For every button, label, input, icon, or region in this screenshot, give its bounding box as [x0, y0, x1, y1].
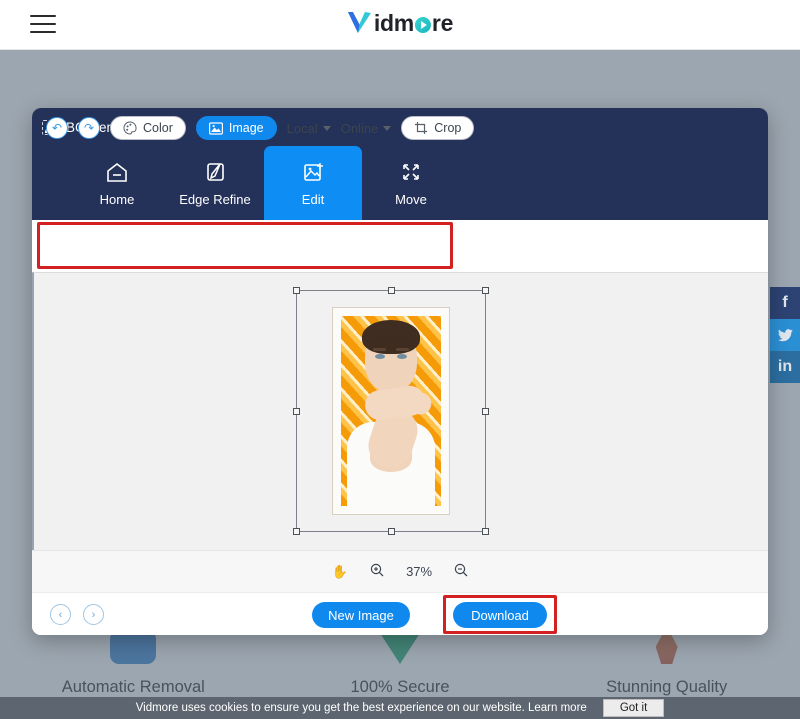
share-facebook-icon[interactable]: f — [770, 287, 800, 319]
tab-edit[interactable]: Edit — [264, 146, 362, 220]
app-tab-bar: Home Edge Refine Edit — [68, 146, 460, 220]
subject-brow-left — [373, 348, 386, 351]
home-icon — [104, 160, 130, 184]
subject-eye-left — [375, 354, 385, 359]
social-share-rail: f in — [770, 287, 800, 383]
tab-label: Edit — [302, 192, 324, 207]
zoom-controls: ✋ 37% — [32, 550, 768, 592]
edit-toolbar-controls: ↶ ↷ Color Image Local On — [46, 116, 474, 140]
logo-text-left: idm — [374, 10, 414, 37]
resize-handle-bl[interactable] — [293, 528, 300, 535]
color-button[interactable]: Color — [110, 116, 186, 140]
cookie-banner: Vidmore uses cookies to ensure you get t… — [0, 697, 800, 719]
palette-icon — [123, 121, 137, 135]
crop-icon — [414, 121, 428, 135]
subject-hand — [363, 384, 427, 422]
tab-label: Home — [100, 192, 135, 207]
logo-play-o-icon — [415, 17, 431, 33]
edge-refine-icon — [202, 160, 228, 184]
image-label: Image — [229, 121, 264, 135]
share-linkedin-icon[interactable]: in — [770, 351, 800, 383]
zoom-in-icon[interactable] — [370, 563, 384, 580]
new-image-button[interactable]: New Image — [312, 602, 410, 628]
crop-label: Crop — [434, 121, 461, 135]
resize-handle-ml[interactable] — [293, 408, 300, 415]
chevron-down-icon — [383, 126, 391, 131]
next-button[interactable]: › — [83, 604, 104, 625]
zoom-out-icon[interactable] — [454, 563, 468, 580]
online-dropdown[interactable]: Online — [341, 121, 392, 136]
resize-handle-bc[interactable] — [388, 528, 395, 535]
subject-brow-right — [396, 348, 409, 351]
cookie-learn-more-link[interactable]: Learn more — [528, 702, 587, 714]
hand-tool-icon[interactable]: ✋ — [332, 564, 348, 580]
move-arrows-icon — [398, 160, 424, 184]
logo-v-icon — [347, 9, 373, 37]
hamburger-menu-icon[interactable] — [30, 13, 56, 35]
image-button[interactable]: Image — [196, 116, 277, 140]
toolbar-highlight-box — [37, 222, 453, 269]
resize-handle-tc[interactable] — [388, 287, 395, 294]
resize-handle-br[interactable] — [482, 528, 489, 535]
prev-button[interactable]: ‹ — [50, 604, 71, 625]
zoom-level-value: 37% — [406, 564, 432, 579]
tab-move[interactable]: Move — [362, 146, 460, 220]
undo-icon[interactable]: ↶ — [46, 117, 68, 139]
crop-button[interactable]: Crop — [401, 116, 474, 140]
resize-handle-mr[interactable] — [482, 408, 489, 415]
share-twitter-icon[interactable] — [770, 319, 800, 351]
tab-label: Edge Refine — [179, 192, 251, 207]
cookie-message-text: Vidmore uses cookies to ensure you get t… — [136, 702, 525, 714]
screenshot-root: idm re Automatic Removal Equipped with A… — [0, 0, 800, 719]
download-highlight-box — [443, 595, 557, 634]
subject-eye-right — [397, 354, 407, 359]
image-canvas[interactable] — [32, 272, 768, 550]
image-icon — [209, 122, 223, 135]
redo-icon[interactable]: ↷ — [78, 117, 100, 139]
logo-wordmark: idm re — [374, 10, 453, 37]
bg-remover-app-window: BG Remover Home Edge Refine — [32, 108, 768, 635]
tab-label: Move — [395, 192, 427, 207]
tab-edge-refine[interactable]: Edge Refine — [166, 146, 264, 220]
edit-image-icon — [300, 160, 326, 184]
subject-hair — [362, 320, 420, 354]
color-label: Color — [143, 121, 173, 135]
site-header: idm re — [0, 0, 800, 50]
vidmore-logo[interactable]: idm re — [347, 9, 453, 37]
photo-content — [341, 316, 441, 506]
local-label: Local — [287, 121, 318, 136]
chevron-down-icon — [323, 126, 331, 131]
app-footer: ‹ › New Image Download — [32, 592, 768, 635]
tab-home[interactable]: Home — [68, 146, 166, 220]
resize-handle-tl[interactable] — [293, 287, 300, 294]
local-dropdown[interactable]: Local — [287, 121, 331, 136]
cookie-message: Vidmore uses cookies to ensure you get t… — [136, 702, 587, 714]
online-label: Online — [341, 121, 379, 136]
edited-photo[interactable] — [332, 307, 450, 515]
logo-text-right: re — [432, 10, 453, 37]
resize-handle-tr[interactable] — [482, 287, 489, 294]
cookie-accept-button[interactable]: Got it — [603, 699, 664, 717]
